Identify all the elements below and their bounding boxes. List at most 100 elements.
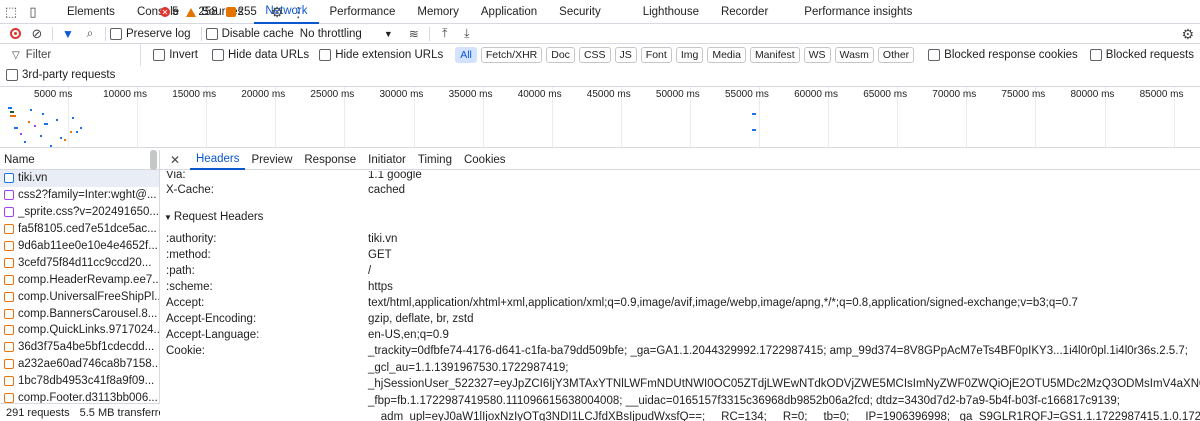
detail-tab-initiator[interactable]: Initiator xyxy=(362,150,412,170)
third-party-checkbox[interactable]: 3rd-party requests xyxy=(6,68,115,82)
errors-badge[interactable]: ✕ 5 xyxy=(160,6,178,18)
request-header-value: / xyxy=(368,265,372,277)
dropdown-arrow-icon: ▼ xyxy=(383,28,393,39)
checkbox-box xyxy=(1089,49,1102,61)
request-row[interactable]: comp.QuickLinks.9717024... xyxy=(0,322,159,339)
headers-pane: Via: 1.1 google X-Cache: cached ▼ Request Hea… xyxy=(160,171,1200,421)
detail-tab-response[interactable]: Response xyxy=(298,150,362,170)
preserve-log-checkbox[interactable]: Preserve log xyxy=(110,27,191,40)
record-stop-icon[interactable] xyxy=(4,24,26,44)
request-row[interactable]: 36d3f75a4be5bf1cdecdd... xyxy=(0,339,159,356)
x-cache-header-name: X-Cache: xyxy=(166,184,214,196)
type-filter-media[interactable]: Media xyxy=(707,47,746,63)
type-filter-fetch-xhr[interactable]: Fetch/XHR xyxy=(480,47,543,63)
overview-tick-label: 35000 ms xyxy=(448,89,493,100)
type-filter-font[interactable]: Font xyxy=(640,47,672,63)
network-overview-timeline[interactable]: 5000 ms 10000 ms 15000 ms 20000 ms 25000 ms 3… xyxy=(0,86,1200,149)
request-name: 1bc78db4953c41f8a9f09... xyxy=(18,375,155,388)
export-har-icon[interactable]: ⤓ xyxy=(456,24,478,44)
detail-tab-cookies[interactable]: Cookies xyxy=(458,150,512,170)
request-row[interactable]: comp.BannersCarousel.8... xyxy=(0,305,159,322)
tab-elements[interactable]: Elements xyxy=(56,0,126,24)
inspect-element-icon[interactable]: ⬚ xyxy=(0,0,22,24)
request-row[interactable]: tiki.vn xyxy=(0,170,159,187)
network-toolbar: ⊘ ▼ ⌕ Preserve log Disable cache No thro… xyxy=(0,24,1200,44)
device-toolbar-icon[interactable]: ▯ xyxy=(22,0,44,24)
request-name: 9d6ab11ee0e10e4e4652f... xyxy=(18,240,158,252)
css-file-icon xyxy=(4,207,14,218)
overview-tick-label: 20000 ms xyxy=(241,89,286,100)
hide-data-urls-checkbox[interactable]: Hide data URLs xyxy=(212,49,309,61)
type-filter-img[interactable]: Img xyxy=(675,47,704,63)
cookie-line-value: __adm_upl=eyJ0aW1lIjoxNzIyOTg3NDI1LCJfdX… xyxy=(368,411,1200,421)
type-filter-ws[interactable]: WS xyxy=(803,47,831,63)
request-row[interactable]: _sprite.css?v=202491650... xyxy=(0,204,159,221)
js-file-icon xyxy=(4,342,14,353)
js-file-icon xyxy=(4,274,14,285)
invert-checkbox[interactable]: Invert xyxy=(153,49,198,61)
name-column-header[interactable]: Name xyxy=(0,150,159,170)
via-header-value: 1.1 google xyxy=(368,171,422,181)
request-name: fa5f8105.ced7e51dce5ac... xyxy=(18,223,157,236)
type-filter-other[interactable]: Other xyxy=(877,47,915,63)
overview-request-mark xyxy=(8,107,12,109)
filter-input[interactable]: ▽ Filter xyxy=(0,44,142,66)
disable-cache-checkbox[interactable]: Disable cache xyxy=(205,27,294,40)
search-icon[interactable]: ⌕ xyxy=(79,24,101,44)
settings-gear-icon[interactable]: ⚙ xyxy=(271,4,284,21)
status-area: ✕ 5 258 255 ⚙ ⋮ xyxy=(160,0,1200,24)
detail-tab-headers[interactable]: Headers xyxy=(190,150,246,170)
request-count: 291 requests xyxy=(6,406,70,419)
throttling-select[interactable]: No throttling ▼ xyxy=(300,28,393,40)
hide-extension-urls-checkbox[interactable]: Hide extension URLs xyxy=(319,49,443,61)
network-settings-gear-icon[interactable]: ⚙ xyxy=(1181,26,1194,43)
request-row[interactable]: fa5f8105.ced7e51dce5ac... xyxy=(0,221,159,238)
request-row[interactable]: 9d6ab11ee0e10e4e4652f... xyxy=(0,238,159,255)
type-filter-doc[interactable]: Doc xyxy=(546,47,575,63)
filter-funnel-icon[interactable]: ▼ xyxy=(57,24,79,44)
overview-request-mark xyxy=(64,139,66,141)
request-header-name: Accept-Encoding: xyxy=(166,313,257,325)
request-row[interactable]: a232ae60ad746ca8b7158... xyxy=(0,356,159,373)
clear-icon[interactable]: ⊘ xyxy=(26,24,48,44)
request-list-scrollbar[interactable] xyxy=(150,150,157,170)
overview-tick-label: 10000 ms xyxy=(103,89,148,100)
overview-tick-label: 65000 ms xyxy=(863,89,908,100)
request-row[interactable]: css2?family=Inter:wght@... xyxy=(0,187,159,204)
type-filter-css[interactable]: CSS xyxy=(578,47,611,63)
overview-request-mark xyxy=(42,113,44,115)
request-header-value: en-US,en;q=0.9 xyxy=(368,329,449,341)
blocked-requests-checkbox[interactable]: Blocked requests xyxy=(1089,49,1194,61)
disable-cache-label: Disable cache xyxy=(221,27,294,40)
cookie-header-name: Cookie: xyxy=(166,345,205,357)
overview-request-mark xyxy=(10,111,14,113)
issues-badge[interactable]: 255 xyxy=(225,6,257,18)
divider xyxy=(52,26,53,41)
import-har-icon[interactable]: ⤒ xyxy=(434,24,456,44)
type-filter-js[interactable]: JS xyxy=(614,47,637,63)
doc-file-icon xyxy=(4,173,14,184)
overview-tick-label: 40000 ms xyxy=(517,89,562,100)
detail-tab-timing[interactable]: Timing xyxy=(412,150,458,170)
more-options-icon[interactable]: ⋮ xyxy=(291,4,305,21)
close-details-icon[interactable]: ✕ xyxy=(170,153,190,167)
warning-icon xyxy=(186,7,197,17)
request-headers-section[interactable]: ▼ Request Headers xyxy=(164,211,263,223)
js-file-icon xyxy=(4,325,14,336)
network-conditions-icon[interactable]: ≋ xyxy=(403,24,425,44)
request-row[interactable]: 1bc78db4953c41f8a9f09... xyxy=(0,373,159,390)
via-header-name: Via: xyxy=(166,171,186,181)
detail-tab-preview[interactable]: Preview xyxy=(245,150,298,170)
overview-request-mark xyxy=(50,145,52,147)
type-filter-all[interactable]: All xyxy=(455,47,477,63)
request-row[interactable]: 3cefd75f84d11cc9ccd20... xyxy=(0,254,159,271)
type-filter-manifest[interactable]: Manifest xyxy=(749,47,800,63)
request-row[interactable]: comp.HeaderRevamp.ee7... xyxy=(0,271,159,288)
type-filter-wasm[interactable]: Wasm xyxy=(834,47,874,63)
request-row[interactable]: comp.UniversalFreeShipPl... xyxy=(0,288,159,305)
warnings-badge[interactable]: 258 xyxy=(186,6,218,18)
blocked-response-cookies-checkbox[interactable]: Blocked response cookies xyxy=(928,49,1078,61)
request-header-value: https xyxy=(368,281,393,293)
request-header-name: :method: xyxy=(166,249,211,261)
checkbox-box xyxy=(110,27,122,40)
